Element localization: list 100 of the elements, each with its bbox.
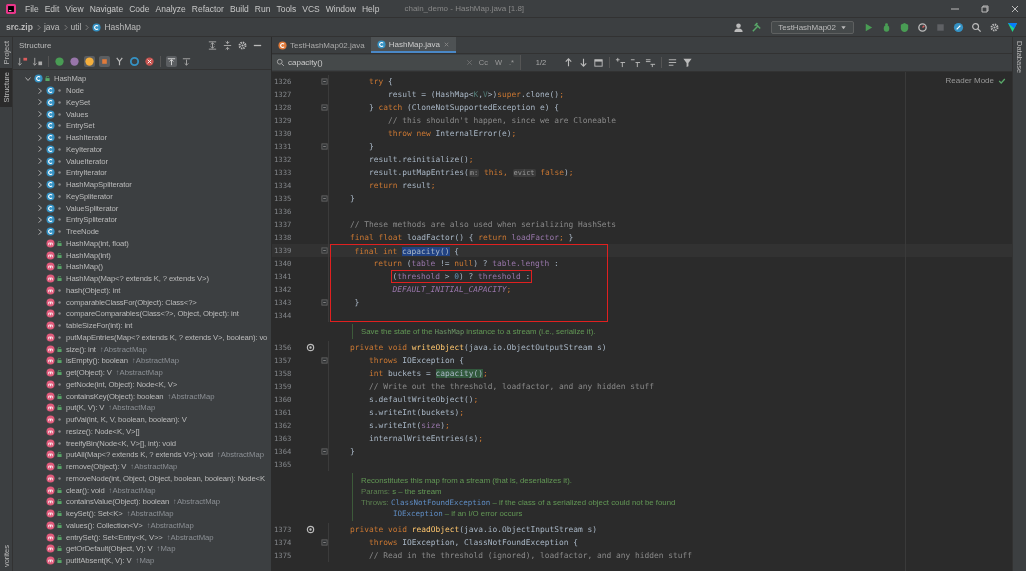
autoscroll-icon[interactable] — [181, 55, 192, 67]
menu-item[interactable]: Build — [226, 3, 252, 14]
filter-icon[interactable] — [84, 55, 95, 67]
menu-item[interactable]: View — [62, 3, 87, 14]
reader-mode-label[interactable]: Reader Mode — [945, 76, 994, 85]
method-icon — [46, 509, 55, 519]
method-icon — [46, 450, 55, 460]
coverage-icon[interactable] — [899, 21, 910, 33]
run-configuration-dropdown[interactable]: TestHashMap02 — [771, 20, 854, 34]
method-icon — [46, 274, 55, 284]
class-icon — [278, 40, 287, 50]
bug-icon[interactable] — [881, 21, 892, 33]
sort-icon[interactable] — [17, 55, 28, 67]
class-icon — [46, 168, 55, 178]
sort-icon[interactable] — [32, 55, 43, 67]
down-arrow-icon[interactable] — [578, 57, 589, 68]
settings-icon[interactable] — [237, 39, 248, 51]
menu-item[interactable]: Run — [251, 3, 274, 14]
menu-item[interactable]: Analyze — [152, 3, 189, 14]
method-icon — [46, 332, 55, 342]
method-icon — [46, 297, 55, 307]
menu-item[interactable]: Tools — [273, 3, 300, 14]
menu-item[interactable]: Navigate — [86, 3, 127, 14]
fold-icon[interactable] — [321, 448, 328, 455]
check-icon — [998, 76, 1006, 85]
class-icon — [46, 156, 55, 166]
list-icon[interactable] — [667, 57, 678, 68]
menu-item[interactable]: Help — [358, 3, 383, 14]
class-icon — [34, 74, 43, 84]
class-icon — [46, 144, 55, 154]
editor-tab[interactable]: HashMap.java — [370, 37, 456, 53]
profiler-icon[interactable] — [917, 21, 928, 33]
fold-icon[interactable] — [321, 247, 328, 254]
expand-all-icon[interactable] — [207, 39, 218, 51]
fold-icon[interactable] — [321, 195, 328, 202]
method-icon — [46, 356, 55, 366]
method-icon — [46, 544, 55, 554]
run-icon[interactable] — [863, 21, 874, 33]
fold-icon[interactable] — [321, 357, 328, 364]
panel-title: Structure — [19, 40, 52, 50]
editor-tab[interactable]: TestHashMap02.java — [272, 37, 371, 53]
fold-icon[interactable] — [321, 104, 328, 111]
menu-item[interactable]: VCS — [299, 3, 323, 14]
class-icon — [46, 180, 55, 190]
fold-icon[interactable] — [321, 143, 328, 150]
chevron-right-icon — [35, 23, 41, 31]
menu-item[interactable]: Refactor — [188, 3, 227, 14]
fold-icon[interactable] — [321, 78, 328, 85]
menu-item[interactable]: Edit — [41, 3, 63, 14]
chevron-right-icon — [84, 23, 90, 31]
method-icon — [46, 473, 55, 483]
method-icon — [46, 285, 55, 295]
breadcrumb[interactable]: src.zip — [6, 22, 33, 32]
filter-icon[interactable] — [114, 55, 125, 67]
search-icon[interactable] — [971, 21, 982, 33]
override-icon[interactable] — [306, 525, 315, 534]
autoscroll-icon[interactable] — [166, 55, 177, 67]
breadcrumb[interactable]: java — [43, 22, 60, 32]
method-icon — [46, 321, 55, 331]
plugin-logo-icon[interactable] — [1007, 21, 1018, 33]
filter-icon[interactable] — [682, 57, 693, 68]
window-title: chain_demo - HashMap.java [1.8] — [404, 4, 525, 13]
class-icon — [46, 121, 55, 131]
class-icon — [46, 215, 55, 225]
filter-icon[interactable] — [144, 55, 155, 67]
close-icon[interactable] — [1010, 3, 1020, 14]
up-arrow-icon[interactable] — [563, 57, 574, 68]
class-icon — [92, 22, 102, 32]
method-icon — [46, 391, 55, 401]
class-icon — [46, 86, 55, 96]
method-icon — [46, 368, 55, 378]
fold-icon[interactable] — [321, 299, 328, 306]
caret-icon[interactable] — [840, 23, 847, 31]
breadcrumb[interactable]: util — [70, 22, 82, 32]
breadcrumb[interactable]: HashMap — [104, 22, 141, 32]
menu-item[interactable]: File — [22, 3, 42, 14]
class-icon — [46, 109, 55, 119]
menu-item[interactable]: Window — [322, 3, 359, 14]
class-icon — [46, 97, 55, 107]
method-icon — [46, 532, 55, 542]
fold-icon[interactable] — [321, 539, 328, 546]
override-icon[interactable] — [306, 343, 315, 352]
restore-icon[interactable] — [980, 3, 990, 14]
remove-occurrence-icon[interactable] — [630, 57, 641, 68]
class-icon — [46, 227, 55, 237]
method-icon — [46, 250, 55, 260]
update-icon[interactable] — [953, 21, 964, 33]
add-occurrence-icon[interactable] — [615, 57, 626, 68]
hammer-icon[interactable] — [751, 21, 763, 33]
person-icon[interactable] — [733, 21, 745, 33]
select-all-occurrences-icon[interactable] — [645, 57, 656, 68]
settings-icon[interactable] — [989, 21, 1000, 33]
method-icon — [46, 238, 55, 248]
method-icon — [46, 415, 55, 425]
collapse-all-icon[interactable] — [222, 39, 233, 51]
stop-icon[interactable] — [935, 21, 946, 33]
method-icon — [46, 344, 55, 354]
window-icon[interactable] — [593, 57, 604, 68]
menu-item[interactable]: Code — [126, 3, 153, 14]
method-icon — [46, 309, 55, 319]
